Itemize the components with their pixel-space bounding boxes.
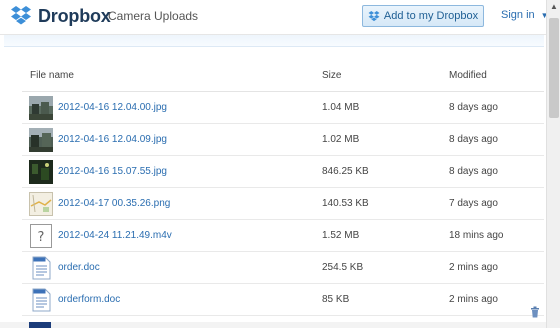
folder-title: Camera Uploads: [108, 9, 199, 23]
column-header-size[interactable]: Size: [322, 70, 341, 81]
doc-file-icon: [32, 288, 51, 312]
file-size: 1.02 MB: [322, 134, 360, 145]
file-size: 140.53 KB: [322, 198, 369, 209]
file-modified: 7 days ago: [449, 198, 498, 209]
photo-thumb-icon: [29, 160, 53, 184]
table-row[interactable]: 2012-04-16 12.04.09.jpg 1.02 MB 8 days a…: [22, 124, 544, 156]
table-row[interactable]: ? 2012-04-24 11.21.49.m4v 1.52 MB 18 min…: [22, 220, 544, 252]
file-size: 1.04 MB: [322, 102, 360, 113]
file-name-link[interactable]: orderform.doc: [58, 294, 120, 305]
table-row[interactable]: 2012-04-16 15.07.55.jpg 846.25 KB 8 days…: [22, 156, 544, 188]
brand-name: Dropbox: [38, 5, 111, 26]
file-size: 85 KB: [322, 294, 350, 305]
table-row[interactable]: order.doc 254.5 KB 2 mins ago: [22, 252, 544, 284]
file-size: 846.25 KB: [322, 166, 369, 177]
add-to-dropbox-button[interactable]: Add to my Dropbox: [362, 5, 484, 27]
file-size: 1.52 MB: [322, 230, 360, 241]
table-header: File name Size Modified: [22, 55, 544, 92]
photo-thumb-icon: [29, 128, 53, 152]
file-modified: 8 days ago: [449, 134, 498, 145]
doc-file-icon: [32, 256, 51, 280]
file-modified: 8 days ago: [449, 166, 498, 177]
file-size: 254.5 KB: [322, 262, 364, 273]
file-modified: 2 mins ago: [449, 294, 498, 305]
vertical-scrollbar[interactable]: ▲: [546, 0, 560, 328]
photo-thumb-icon: [29, 96, 53, 120]
table-row[interactable]: 2012-04-17 00.35.26.png 140.53 KB 7 days…: [22, 188, 544, 220]
file-name-link[interactable]: order.doc: [58, 262, 100, 273]
table-row[interactable]: orderform.doc 85 KB 2 mins ago: [22, 284, 544, 316]
column-header-name[interactable]: File name: [30, 70, 74, 81]
file-name-link[interactable]: 2012-04-16 12.04.00.jpg: [58, 102, 167, 113]
add-button-label: Add to my Dropbox: [383, 10, 479, 22]
map-thumb-icon: [29, 192, 53, 216]
trash-icon[interactable]: [530, 306, 540, 318]
scrollbar-thumb[interactable]: [549, 18, 559, 118]
file-table: File name Size Modified 2012-04-16 12.04…: [22, 55, 544, 328]
signin-label: Sign in: [501, 9, 535, 21]
file-name-link[interactable]: 2012-04-16 12.04.09.jpg: [58, 134, 167, 145]
header-band: [4, 35, 544, 47]
svg-text:?: ?: [38, 230, 45, 245]
dropbox-add-icon: [368, 10, 380, 22]
unknown-file-icon: ?: [30, 224, 52, 248]
file-modified: 2 mins ago: [449, 262, 498, 273]
file-modified: 18 mins ago: [449, 230, 504, 241]
file-name-link[interactable]: 2012-04-17 00.35.26.png: [58, 198, 170, 209]
file-name-link[interactable]: 2012-04-24 11.21.49.m4v: [58, 230, 172, 241]
dropbox-logo[interactable]: Dropbox: [10, 6, 111, 26]
signin-link[interactable]: Sign in ▼: [501, 9, 549, 21]
next-row-thumb: [29, 322, 51, 328]
file-name-link[interactable]: 2012-04-16 15.07.55.jpg: [58, 166, 167, 177]
file-modified: 8 days ago: [449, 102, 498, 113]
partial-next-row: [0, 322, 546, 328]
dropbox-logo-icon: [11, 6, 31, 25]
scroll-up-arrow-icon[interactable]: ▲: [547, 0, 560, 14]
top-header: Dropbox Camera Uploads Add to my Dropbox…: [0, 0, 560, 34]
table-row[interactable]: 2012-04-16 12.04.00.jpg 1.04 MB 8 days a…: [22, 92, 544, 124]
column-header-modified[interactable]: Modified: [449, 70, 487, 81]
